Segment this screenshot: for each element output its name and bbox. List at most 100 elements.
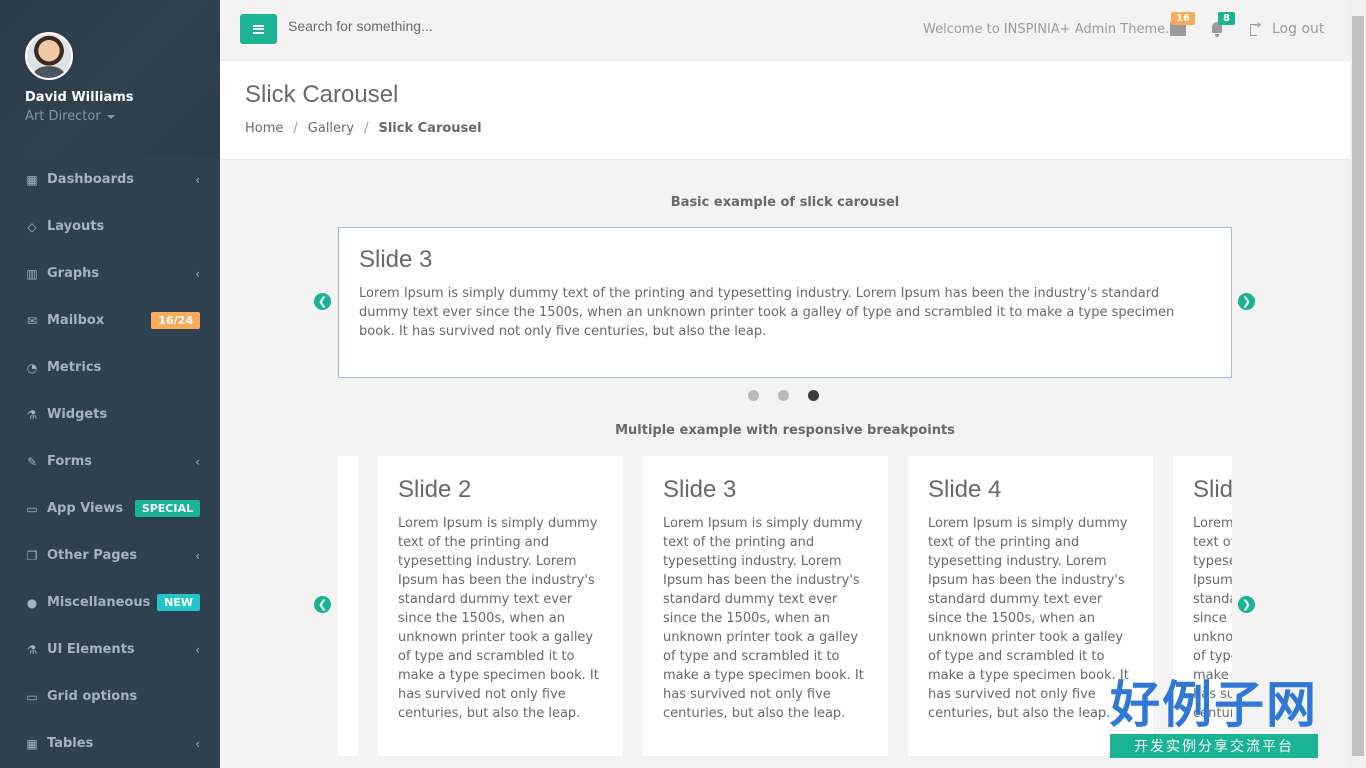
sidebar-item-miscellaneous[interactable]: ● Miscellaneous NEW: [0, 579, 220, 626]
chevron-left-icon: ‹: [195, 548, 200, 563]
breadcrumb-gallery[interactable]: Gallery: [308, 121, 354, 136]
chevron-left-icon: ❮: [317, 598, 328, 611]
breadcrumb-separator: /: [293, 121, 298, 136]
menu-toggle-button[interactable]: [240, 14, 277, 44]
sidebar-item-label: Dashboards: [47, 172, 135, 187]
chevron-left-icon: ‹: [195, 736, 200, 751]
slide-title: Slide 3: [359, 246, 433, 273]
sidebar-item-label: UI Elements: [47, 642, 135, 657]
alert-count-badge[interactable]: 8: [1218, 12, 1235, 25]
sidebar-item-label: Widgets: [47, 407, 108, 422]
basic-carousel-heading: Basic example of slick carousel: [670, 195, 900, 210]
chevron-left-icon: ‹: [195, 172, 200, 187]
page-scrollbar[interactable]: [1350, 0, 1366, 768]
sidebar-item-dashboards[interactable]: ▦ Dashboards ‹: [0, 156, 220, 203]
carousel-dot[interactable]: [778, 390, 789, 401]
basic-prev-arrow[interactable]: ❮: [314, 293, 331, 310]
sidebar-item-mailbox[interactable]: ✉ Mailbox 16/24: [0, 297, 220, 344]
slide-text: Lorem Ipsum is simply dummy text of the …: [359, 286, 1175, 339]
table-icon: ▦: [26, 736, 38, 751]
chevron-left-icon: ‹: [195, 266, 200, 281]
breadcrumb: Home / Gallery / Slick Carousel: [245, 121, 1325, 136]
breadcrumb-current: Slick Carousel: [378, 121, 482, 136]
sidebar-item-graphs[interactable]: ▥ Graphs ‹: [0, 250, 220, 297]
top-navbar: Welcome to INSPINIA+ Admin Theme. 16 8 L…: [220, 0, 1350, 61]
carousel-dot[interactable]: [748, 390, 759, 401]
sidebar-item-other-pages[interactable]: ❐ Other Pages ‹: [0, 532, 220, 579]
chevron-left-icon: ❮: [317, 295, 328, 308]
welcome-message: Welcome to INSPINIA+ Admin Theme.: [923, 22, 1170, 37]
envelope-icon: ✉: [26, 313, 38, 328]
carousel-card: Slide 3 Lorem Ipsum is simply dummy text …: [643, 456, 888, 756]
site-watermark-logo: 好例子网 开发实例分享交流平台: [1110, 680, 1318, 758]
carousel-card: Slide 1Lorem Ipsum is simply dummy text …: [338, 456, 358, 756]
logout-link[interactable]: Log out: [1250, 20, 1325, 37]
pie-chart-icon: ◔: [26, 360, 38, 375]
multiple-prev-arrow[interactable]: ❮: [314, 596, 331, 613]
sidebar: David Williams Art Director ▦ Dashboards ‹…: [0, 0, 220, 768]
sidebar-item-forms[interactable]: ✎ Forms ‹: [0, 438, 220, 485]
sidebar-item-label: Mailbox: [47, 313, 105, 328]
sidebar-item-label: Other Pages: [47, 548, 138, 563]
carousel-dot[interactable]: [808, 390, 819, 401]
bars-icon: [253, 24, 264, 34]
flask-icon: ⚗: [26, 642, 38, 657]
sidebar-item-label: Grid options: [47, 689, 138, 704]
page-title: Slick Carousel: [245, 81, 399, 108]
sidebar-item-ui-elements[interactable]: ⚗ UI Elements ‹: [0, 626, 220, 673]
carousel-dots: [748, 390, 819, 401]
profile-role-label: Art Director: [25, 109, 101, 124]
multiple-next-arrow[interactable]: ❯: [1238, 596, 1255, 613]
files-icon: ❐: [26, 548, 38, 563]
sidebar-item-tables[interactable]: ▦ Tables ‹: [0, 720, 220, 767]
avatar[interactable]: [25, 32, 73, 80]
chevron-left-icon: ‹: [195, 454, 200, 469]
flask-icon: ⚗: [26, 407, 38, 422]
breadcrumb-home[interactable]: Home: [245, 121, 283, 136]
slide-title: Slide 3: [663, 476, 737, 503]
globe-icon: ●: [26, 595, 38, 610]
sidebar-item-label: Forms: [47, 454, 92, 469]
slide-title: Slide 5: [1193, 476, 1232, 503]
sidebar-item-grid-options[interactable]: ▭ Grid options: [0, 673, 220, 720]
sidebar-item-widgets[interactable]: ⚗ Widgets: [0, 391, 220, 438]
slide-text: Lorem Ipsum is simply dummy text of the …: [398, 516, 599, 721]
bar-chart-icon: ▥: [26, 266, 38, 281]
breadcrumb-separator: /: [364, 121, 369, 136]
chevron-right-icon: ❯: [1241, 295, 1252, 308]
watermark-title: 好例子网: [1110, 676, 1318, 734]
search-input[interactable]: [288, 18, 588, 34]
th-large-icon: ▦: [26, 172, 38, 187]
sidebar-item-layouts[interactable]: ◇ Layouts: [0, 203, 220, 250]
slide-title: Slide 4: [928, 476, 1002, 503]
chevron-left-icon: ‹: [195, 642, 200, 657]
page-heading: Slick Carousel Home / Gallery / Slick Ca…: [220, 61, 1350, 160]
sidebar-item-label: Miscellaneous: [47, 595, 151, 610]
caret-down-icon: [106, 114, 115, 119]
slide-text: Lorem Ipsum is simply dummy text of the …: [928, 516, 1129, 721]
scrollbar-thumb[interactable]: [1352, 16, 1364, 756]
logout-label: Log out: [1272, 21, 1325, 37]
basic-next-arrow[interactable]: ❯: [1238, 293, 1255, 310]
desktop-icon: ▭: [26, 501, 38, 516]
mail-count-badge[interactable]: 16: [1171, 12, 1195, 25]
sidebar-item-label: App Views: [47, 501, 124, 516]
sidebar-item-metrics[interactable]: ◔ Metrics: [0, 344, 220, 391]
basic-carousel-slide: Slide 3 Lorem Ipsum is simply dummy text…: [338, 227, 1232, 378]
profile-name[interactable]: David Williams: [25, 90, 195, 105]
multiple-carousel-heading: Multiple example with responsive breakpo…: [615, 423, 955, 438]
carousel-card: Slide 2 Lorem Ipsum is simply dummy text …: [378, 456, 623, 756]
sidebar-item-app-views[interactable]: ▭ App Views SPECIAL: [0, 485, 220, 532]
multiple-carousel-viewport: Slide 1Lorem Ipsum is simply dummy text …: [338, 456, 1232, 756]
sidebar-badge: NEW: [157, 594, 200, 611]
slide-title: Slide 2: [398, 476, 472, 503]
sidebar-badge: SPECIAL: [134, 500, 200, 517]
sidebar-item-label: Graphs: [47, 266, 100, 281]
sidebar-nav: ▦ Dashboards ‹ ◇ Layouts ▥ Graphs ‹ ✉ Mailbox 16/2…: [0, 156, 220, 767]
sidebar-item-label: Layouts: [47, 219, 105, 234]
profile-role-dropdown[interactable]: Art Director: [25, 109, 195, 124]
multiple-carousel-track: Slide 1Lorem Ipsum is simply dummy text …: [338, 456, 1232, 756]
watermark-subtitle: 开发实例分享交流平台: [1110, 734, 1318, 758]
sign-out-icon: [1250, 20, 1262, 36]
sidebar-item-label: Metrics: [47, 360, 102, 375]
